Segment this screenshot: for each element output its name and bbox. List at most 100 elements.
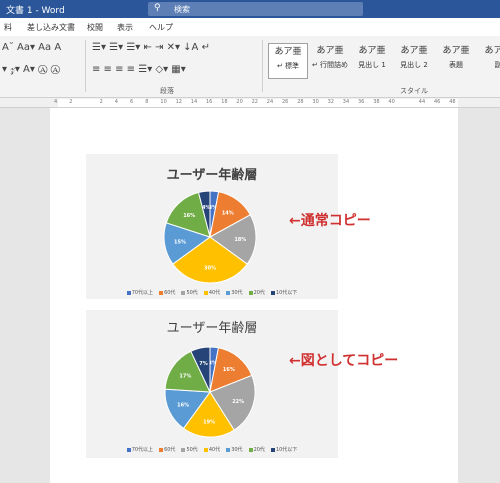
ruler-number: 24	[266, 99, 274, 105]
ruler-number: 6	[130, 99, 134, 105]
tab-mailings[interactable]: 差し込み文書	[27, 22, 75, 33]
legend-item: 60代	[159, 447, 175, 453]
ruler-number: 36	[358, 99, 365, 105]
font-tools-row1[interactable]: A˘ Aa▾ Aa A	[2, 42, 61, 53]
ruler-number: 4	[54, 99, 58, 105]
style-label: 表題	[449, 61, 463, 69]
legend-label: 50代	[186, 290, 198, 296]
annotation-normal-copy: ←通常コピー	[289, 213, 371, 229]
document-title: 文書 1 - Word	[6, 6, 65, 16]
legend-swatch	[159, 447, 164, 452]
slice-data-label: 19%	[203, 420, 215, 426]
legend-label: 20代	[253, 290, 265, 296]
slice-data-label: 14%	[222, 210, 234, 216]
legend-swatch	[226, 447, 231, 452]
legend-item: 20代	[248, 447, 265, 453]
search-placeholder: 検索	[174, 5, 190, 14]
style-sample: あア亜	[484, 46, 500, 56]
legend-swatch	[270, 447, 275, 452]
chart-legend: 70代以上 60代 50代 40代 30代 20代 10代以下	[86, 446, 338, 453]
slice-data-label: 15%	[174, 240, 186, 246]
style-label: 見出し 2	[400, 61, 428, 69]
legend-item: 40代	[203, 290, 221, 296]
title-bar: 文書 1 - Word ⚲ 検索	[0, 0, 500, 18]
legend-swatch	[203, 447, 208, 452]
paragraph-tools-row2[interactable]: ≡ ≡ ≡ ≡ ☰▾ ◇▾ ▦▾	[92, 64, 186, 75]
legend-item: 50代	[181, 447, 198, 453]
tab-help[interactable]: ヘルプ	[149, 22, 173, 33]
horizontal-ruler[interactable]: 4 2 2 4 6 8 10 12 14 16 18 20 22 24 26 28 30 32 34 36 38 40 44…	[0, 98, 500, 108]
ribbon-separator	[262, 40, 263, 92]
menu-bar: 料 差し込み文書 校閲 表示 ヘルプ	[0, 18, 500, 36]
legend-swatch	[159, 290, 164, 295]
legend-label: 10代以下	[275, 290, 298, 296]
style-label: ↵ 行間詰め	[311, 61, 349, 69]
legend-label: 40代	[208, 290, 221, 296]
slice-data-label: 17%	[179, 373, 191, 379]
legend-swatch	[126, 290, 131, 295]
ruler-number: 40	[388, 99, 395, 105]
style-label: 見出し 1	[358, 61, 386, 69]
legend-swatch	[203, 290, 208, 295]
legend-item: 60代	[159, 290, 175, 296]
chart-legend: 70代以上 60代 50代 40代 30代 20代 10代以下	[86, 289, 338, 296]
style-label: ↵ 標準	[276, 62, 300, 70]
styles-group-label: スタイル	[400, 87, 428, 95]
ruler-number: 14	[190, 99, 198, 105]
ruler-number: 28	[297, 99, 304, 105]
ruler-number: 48	[449, 99, 456, 105]
ruler-number: 30	[312, 99, 319, 105]
legend-label: 60代	[164, 447, 176, 453]
style-label: 副	[494, 61, 500, 69]
ribbon-separator	[85, 40, 86, 92]
legend-item: 10代以下	[270, 447, 298, 453]
slice-data-label: 22%	[232, 399, 244, 405]
legend-item: 10代以下	[270, 290, 298, 296]
style-item[interactable]: あア亜 表題	[436, 43, 476, 79]
legend-label: 10代以下	[275, 447, 298, 453]
ruler-number: 44	[418, 99, 426, 105]
ruler-number: 32	[327, 99, 334, 105]
chart-title: ユーザー年齢層	[166, 168, 258, 183]
font-tools-row2[interactable]: ▾ 𝓏▾ A▾ Ⓐ Ⓐ	[2, 64, 60, 75]
legend-item: 40代	[203, 447, 220, 453]
style-item[interactable]: あア亜 ↵ 行間詰め	[310, 43, 350, 79]
style-sample: あア亜	[400, 46, 428, 56]
legend-swatch	[270, 290, 275, 295]
annotation-image-copy: ←図としてコピー	[289, 353, 399, 369]
pie-chart: 3%16%22%19%16%17%7%	[164, 346, 256, 438]
slice-data-label: 4%	[202, 205, 211, 211]
tab-truncated[interactable]: 料	[4, 22, 12, 33]
style-item[interactable]: あア亜見出し 2	[394, 43, 434, 79]
legend-item: 50代	[181, 290, 198, 296]
style-item[interactable]: あア亜見出し 1	[352, 43, 392, 79]
style-item[interactable]: あア亜副	[478, 43, 500, 79]
style-sample: あア亜	[442, 46, 470, 56]
slice-data-label: 16%	[223, 367, 235, 373]
tab-view[interactable]: 表示	[117, 22, 133, 33]
legend-item: 30代	[226, 447, 243, 453]
search-icon: ⚲	[154, 3, 161, 13]
legend-swatch	[248, 447, 253, 452]
style-sample: あア亜	[274, 47, 302, 57]
legend-swatch	[126, 447, 131, 452]
ruler-number: 12	[175, 99, 182, 105]
legend-item: 30代	[226, 290, 243, 296]
document-page[interactable]: ユーザー年齢層 3% 14% 18% 30% 15% 16% 4% 70代以上 60代 50代 4…	[50, 108, 458, 483]
ruler-text-area	[58, 99, 458, 107]
legend-swatch	[226, 290, 231, 295]
search-box[interactable]: ⚲ 検索	[148, 2, 363, 16]
style-sample: あア亜	[358, 46, 386, 56]
slice-data-label: 16%	[183, 213, 195, 219]
chart-title: ユーザー年齢層	[166, 321, 258, 336]
slice-data-label: 18%	[234, 237, 246, 243]
style-item[interactable]: あア亜 ↵ 標準	[268, 43, 308, 79]
legend-item: 70代以上	[126, 290, 153, 296]
slice-data-label: 30%	[204, 265, 216, 271]
chart-image-copy[interactable]: ユーザー年齢層 3% 16% 22% 19% 16% 17% 7% 70代以上 60代 50代 4…	[86, 310, 338, 458]
ruler-number: 38	[373, 99, 380, 105]
tab-review[interactable]: 校閲	[87, 22, 103, 33]
legend-label: 50代	[186, 447, 198, 453]
ruler-number: 22	[251, 99, 258, 105]
paragraph-tools-row1[interactable]: ☰▾ ☰▾ ☰▾ ⇤ ⇥ ✕▾ ↓A ↵	[92, 42, 210, 53]
